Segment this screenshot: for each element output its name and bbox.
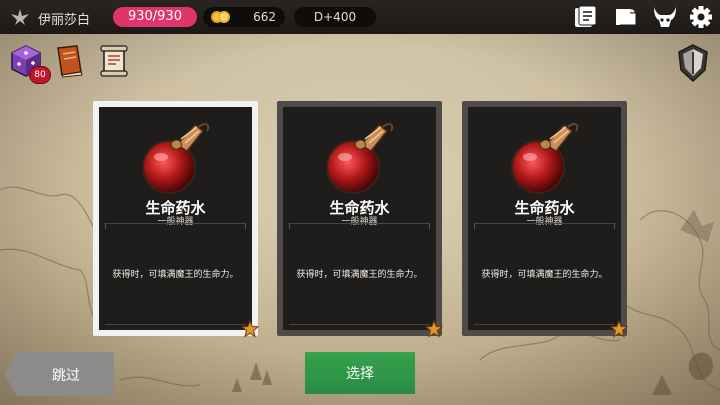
- rarity-star-icon: [425, 320, 443, 338]
- health-potion-icon: [511, 123, 579, 194]
- artifact-card-2[interactable]: 生命药水 一般神器 获得时，可填满魔王的生命力。: [277, 101, 443, 338]
- gear-icon[interactable]: [688, 5, 714, 29]
- rarity-star-icon: [241, 320, 259, 338]
- top-bar: 伊丽莎白 930/930 662 D+400: [0, 0, 720, 34]
- item-description: 获得时，可填满魔王的生命力。: [112, 270, 239, 280]
- spellbook-icon[interactable]: [53, 44, 85, 78]
- card-body: 生命药水 一般神器 获得时，可填满魔王的生命力。: [99, 107, 252, 330]
- health-potion-icon: [142, 123, 210, 194]
- item-description: 获得时，可填满魔王的生命力。: [296, 270, 423, 280]
- scroll-icon[interactable]: [98, 44, 130, 78]
- artifact-card-1[interactable]: 生命药水 一般神器 获得时，可填满魔王的生命力。: [93, 101, 259, 338]
- skip-button-label: 跳过: [52, 368, 80, 384]
- rarity-star-icon: [610, 320, 628, 338]
- item-description: 获得时，可填满魔王的生命力。: [481, 270, 608, 280]
- player-name: 伊丽莎白: [38, 13, 91, 28]
- gold-counter: 662: [203, 7, 285, 27]
- demon-head-icon[interactable]: [652, 5, 678, 29]
- map-scroll-icon[interactable]: [613, 5, 639, 29]
- health-potion-icon: [326, 123, 394, 194]
- select-button[interactable]: 选择: [305, 352, 415, 394]
- shield-crest-icon[interactable]: [676, 44, 710, 82]
- description-frame: 获得时，可填满魔王的生命力。: [474, 223, 615, 325]
- gold-value: 662: [253, 10, 276, 24]
- description-frame: 获得时，可填满魔王的生命力。: [289, 223, 430, 325]
- card-body: 生命药水 一般神器 获得时，可填满魔王的生命力。: [468, 107, 621, 330]
- description-frame: 获得时，可填满魔王的生命力。: [105, 223, 246, 325]
- dice-count-badge: 80: [29, 66, 51, 84]
- card-body: 生命药水 一般神器 获得时，可填满魔王的生命力。: [283, 107, 436, 330]
- depth-counter: D+400: [294, 7, 376, 27]
- player-emblem-icon: [11, 9, 29, 25]
- artifact-card-3[interactable]: 生命药水 一般神器 获得时，可填满魔王的生命力。: [462, 101, 628, 338]
- gold-coin-icon: [211, 11, 230, 23]
- quest-card-icon[interactable]: [572, 5, 598, 29]
- hp-counter: 930/930: [113, 7, 197, 27]
- skip-button[interactable]: 跳过: [4, 352, 114, 396]
